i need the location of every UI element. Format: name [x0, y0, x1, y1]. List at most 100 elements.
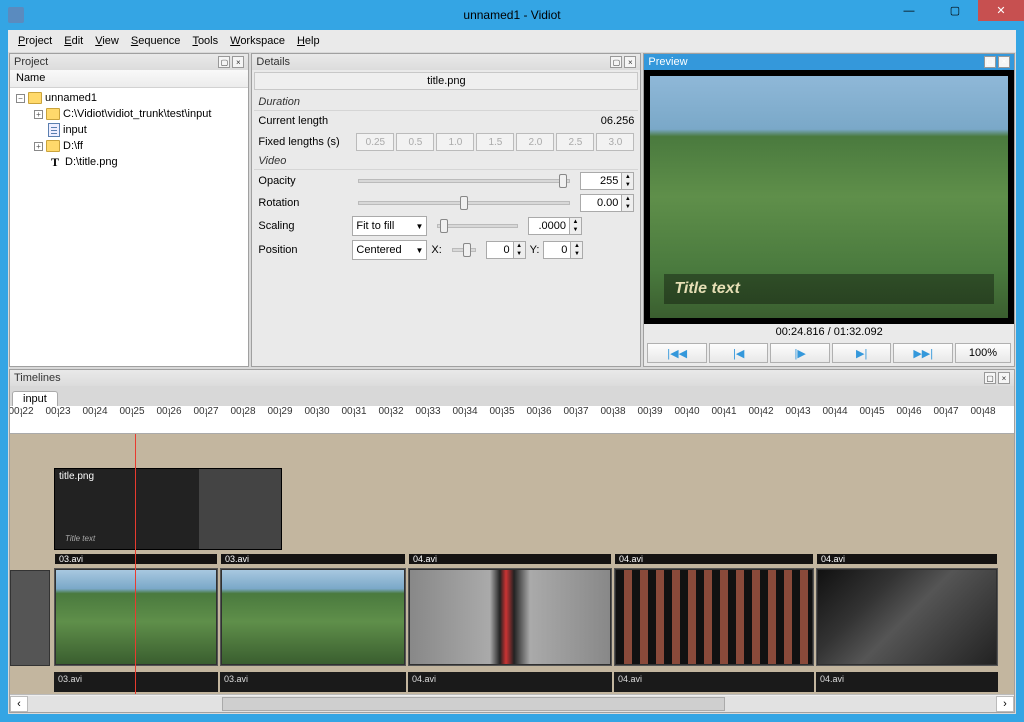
ruler-tick: 00:31: [337, 406, 371, 417]
tree-label: D:\ff: [63, 140, 83, 152]
audio-clip[interactable]: 04.avi: [408, 672, 612, 692]
panel-max-icon[interactable]: ▢: [610, 56, 622, 68]
menu-workspace[interactable]: Workspace: [224, 33, 291, 49]
preset-button[interactable]: 2.5: [556, 133, 594, 151]
clip-thumbnail: [222, 570, 404, 664]
scaling-slider[interactable]: [437, 224, 518, 228]
preset-button[interactable]: 3.0: [596, 133, 634, 151]
preset-button[interactable]: 0.25: [356, 133, 394, 151]
preset-button[interactable]: 1.0: [436, 133, 474, 151]
ruler-tick: 00:27: [189, 406, 223, 417]
tree-item[interactable]: input: [12, 122, 246, 138]
tree-item[interactable]: TD:\title.png: [12, 154, 246, 170]
playhead[interactable]: [135, 434, 136, 694]
step-back-button[interactable]: |◀: [709, 343, 769, 363]
play-button[interactable]: |▶: [770, 343, 830, 363]
video-clip[interactable]: 03.avi: [220, 568, 406, 666]
clip-label: 03.avi: [221, 554, 405, 564]
video-clip[interactable]: 04.avi: [408, 568, 612, 666]
x-slider[interactable]: [452, 248, 476, 252]
x-label: X:: [431, 244, 441, 256]
video-clip[interactable]: 03.avi: [54, 568, 218, 666]
ruler-tick: 00:47: [929, 406, 963, 417]
clip-stub[interactable]: [10, 570, 50, 666]
ruler-tick: 00:40: [670, 406, 704, 417]
tree-item[interactable]: +C:\Vidiot\vidiot_trunk\test\input: [12, 106, 246, 122]
video-clip[interactable]: 04.avi: [816, 568, 998, 666]
menu-sequence[interactable]: Sequence: [125, 33, 187, 49]
position-mode-combo[interactable]: Centered▼: [352, 240, 427, 260]
ruler-tick: 00:25: [115, 406, 149, 417]
tree-toggle-icon[interactable]: +: [34, 110, 43, 119]
panel-max-icon[interactable]: ▢: [218, 56, 230, 68]
audio-clip[interactable]: 04.avi: [614, 672, 814, 692]
ruler-tick: 00:35: [485, 406, 519, 417]
menu-tools[interactable]: Tools: [186, 33, 224, 49]
panel-max-icon[interactable]: ▢: [984, 372, 996, 384]
minimize-button[interactable]: —: [886, 0, 932, 21]
menu-view[interactable]: View: [89, 33, 125, 49]
panel-close-icon[interactable]: ×: [998, 56, 1010, 68]
close-button[interactable]: ✕: [978, 0, 1024, 21]
scroll-left-icon[interactable]: ‹: [10, 696, 28, 712]
panel-close-icon[interactable]: ×: [232, 56, 244, 68]
timeline-tab-input[interactable]: input: [12, 391, 58, 406]
opacity-spin[interactable]: ▲▼: [580, 172, 634, 190]
ruler-tick: 00:44: [818, 406, 852, 417]
audio-clip[interactable]: 03.avi: [54, 672, 218, 692]
ruler-tick: 00:23: [41, 406, 75, 417]
video-clip[interactable]: 04.avi: [614, 568, 814, 666]
ruler-tick: 00:48: [966, 406, 1000, 417]
ruler-tick: 00:38: [596, 406, 630, 417]
menu-help[interactable]: Help: [291, 33, 326, 49]
preset-button[interactable]: 2.0: [516, 133, 554, 151]
project-panel: Project ▢ × Name −unnamed1+C:\Vidiot\vid…: [9, 53, 249, 367]
details-panel: Details ▢ × title.png Duration Current l…: [251, 53, 641, 367]
zoom-value[interactable]: 100%: [955, 343, 1011, 363]
ruler-tick: 00:29: [263, 406, 297, 417]
preset-button[interactable]: 0.5: [396, 133, 434, 151]
preview-header: Preview: [648, 56, 687, 68]
tree-toggle-icon[interactable]: +: [34, 142, 43, 151]
title-overlay: Title text: [664, 274, 994, 304]
rotation-slider[interactable]: [358, 201, 570, 205]
panel-close-icon[interactable]: ×: [998, 372, 1010, 384]
scaling-mode-combo[interactable]: Fit to fill▼: [352, 216, 427, 236]
goto-start-button[interactable]: |◀◀: [647, 343, 707, 363]
audio-clip[interactable]: 04.avi: [816, 672, 998, 692]
ruler-tick: 00:43: [781, 406, 815, 417]
maximize-button[interactable]: ▢: [932, 0, 978, 21]
titlebar: unnamed1 - Vidiot — ▢ ✕: [0, 0, 1024, 30]
scaling-spin[interactable]: ▲▼: [528, 217, 582, 235]
y-spin[interactable]: ▲▼: [543, 241, 583, 259]
title-clip[interactable]: title.png Title text: [54, 468, 282, 550]
tree-item[interactable]: + D:\ff: [12, 138, 246, 154]
panel-max-icon[interactable]: ▢: [984, 56, 996, 68]
window-title: unnamed1 - Vidiot: [463, 8, 560, 22]
menu-project[interactable]: Project: [12, 33, 58, 49]
x-spin[interactable]: ▲▼: [486, 241, 526, 259]
menu-edit[interactable]: Edit: [58, 33, 89, 49]
project-column-name[interactable]: Name: [10, 70, 248, 88]
goto-end-button[interactable]: ▶▶|: [893, 343, 953, 363]
horizontal-scrollbar[interactable]: ‹ ›: [10, 694, 1014, 712]
rotation-spin[interactable]: ▲▼: [580, 194, 634, 212]
audio-clip[interactable]: 03.avi: [220, 672, 406, 692]
clip-thumbnail: [616, 570, 812, 664]
clip-label: 03.avi: [55, 554, 217, 564]
preview-video[interactable]: Title text: [644, 70, 1014, 324]
preset-button[interactable]: 1.5: [476, 133, 514, 151]
rotation-label: Rotation: [258, 197, 348, 209]
tree-toggle-icon[interactable]: −: [16, 94, 25, 103]
step-forward-button[interactable]: ▶|: [832, 343, 892, 363]
timeline-body[interactable]: title.png Title text 03.avi03.avi04.avi0…: [10, 434, 1014, 712]
opacity-label: Opacity: [258, 175, 348, 187]
timeline-ruler[interactable]: 00:2200:2300:2400:2500:2600:2700:2800:29…: [10, 406, 1014, 434]
tree-item[interactable]: −unnamed1: [12, 90, 246, 106]
panel-close-icon[interactable]: ×: [624, 56, 636, 68]
scroll-right-icon[interactable]: ›: [996, 696, 1014, 712]
ruler-tick: 00:37: [559, 406, 593, 417]
opacity-slider[interactable]: [358, 179, 570, 183]
timelines-header: Timelines: [14, 372, 61, 384]
clip-thumbnail: [818, 570, 996, 664]
